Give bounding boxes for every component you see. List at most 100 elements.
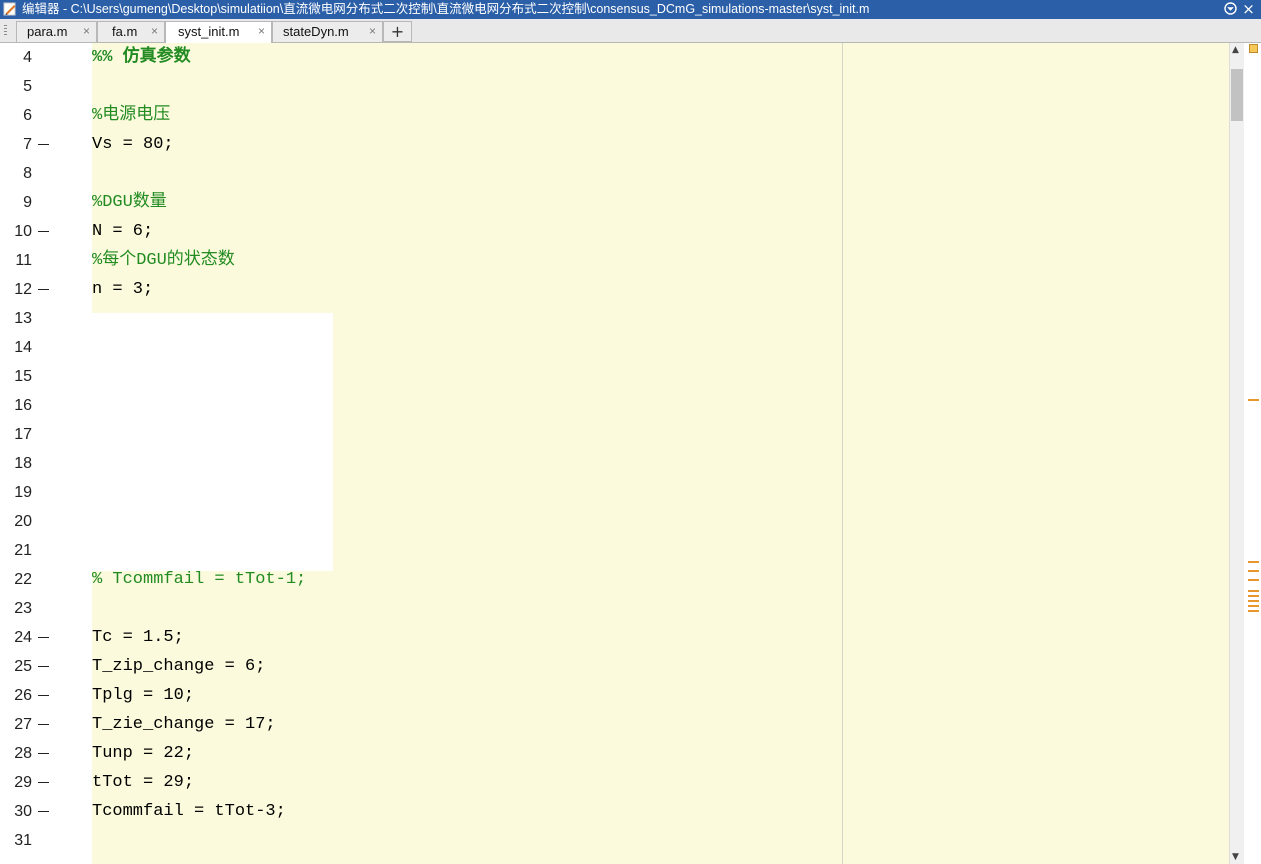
new-tab-button[interactable]: +: [383, 21, 412, 42]
executable-line-marker[interactable]: [38, 753, 49, 754]
code-line[interactable]: 22 % Tcommfail = tTot-1;: [0, 565, 1230, 594]
executable-line-marker[interactable]: [38, 724, 49, 725]
code-text: Vs = 80;: [92, 135, 174, 154]
code-line[interactable]: 31: [0, 826, 1230, 855]
line-number: 19: [14, 484, 32, 501]
tab-fa-m[interactable]: fa.m ×: [97, 21, 165, 42]
line-number: 29: [14, 774, 32, 791]
code-line[interactable]: 27 T_zie_change = 17;: [0, 710, 1230, 739]
warning-status-icon[interactable]: [1249, 44, 1258, 53]
warning-marker[interactable]: [1248, 561, 1259, 563]
warning-marker[interactable]: [1248, 610, 1259, 612]
close-tab-icon[interactable]: ×: [83, 22, 90, 41]
executable-line-marker[interactable]: [38, 695, 49, 696]
code-line[interactable]: 30 Tcommfail = tTot-3;: [0, 797, 1230, 826]
warning-marker[interactable]: [1248, 600, 1259, 602]
code-line[interactable]: 23: [0, 594, 1230, 623]
code-line[interactable]: 4 %% 仿真参数: [0, 43, 1230, 72]
code-line[interactable]: 9 %DGU数量: [0, 188, 1230, 217]
code-line[interactable]: 17: [0, 420, 1230, 449]
warning-marker[interactable]: [1248, 605, 1259, 607]
scroll-up-arrow-icon[interactable]: ▲: [1232, 45, 1239, 55]
code-line[interactable]: 21: [0, 536, 1230, 565]
code-text: Tc = 1.5;: [92, 628, 184, 647]
code-line[interactable]: 18: [0, 449, 1230, 478]
code-line[interactable]: 20: [0, 507, 1230, 536]
code-line[interactable]: 6 %电源电压: [0, 101, 1230, 130]
code-editor[interactable]: 4 %% 仿真参数 5 6 %电源电压 7 Vs = 80; 8 9 %DGU数量 10 N = 6;…: [0, 43, 1261, 864]
code-line[interactable]: 29 tTot = 29;: [0, 768, 1230, 797]
line-number: 5: [23, 78, 32, 95]
code-line[interactable]: 25 T_zip_change = 6;: [0, 652, 1230, 681]
line-number: 7: [23, 136, 32, 153]
code-text: T_zie_change = 17;: [92, 715, 276, 734]
close-tab-icon[interactable]: ×: [369, 22, 376, 41]
code-line[interactable]: 11 %每个DGU的状态数: [0, 246, 1230, 275]
tab-para-m[interactable]: para.m ×: [16, 21, 97, 42]
line-number: 13: [14, 310, 32, 327]
code-text: Tunp = 22;: [92, 744, 195, 763]
grip-handle-icon[interactable]: [4, 25, 7, 37]
chevron-down-circle-icon: [1224, 2, 1237, 15]
code-line[interactable]: 16: [0, 391, 1230, 420]
warning-marker[interactable]: [1248, 590, 1259, 592]
warning-marker[interactable]: [1248, 595, 1259, 597]
code-line[interactable]: 12 n = 3;: [0, 275, 1230, 304]
code-text: T_zip_change = 6;: [92, 657, 266, 676]
code-line[interactable]: 8: [0, 159, 1230, 188]
line-number: 11: [15, 252, 32, 269]
executable-line-marker[interactable]: [38, 666, 49, 667]
close-tab-icon[interactable]: ×: [258, 22, 265, 41]
section-title: %% 仿真参数: [92, 48, 191, 67]
line-number: 21: [14, 542, 32, 559]
line-number: 30: [14, 803, 32, 820]
title-bar: 编辑器 - C:\Users\gumeng\Desktop\simulatiio…: [0, 0, 1261, 19]
tab-label: syst_init.m: [178, 24, 240, 39]
code-line[interactable]: 19: [0, 478, 1230, 507]
code-line[interactable]: 13: [0, 304, 1230, 333]
code-line[interactable]: 15: [0, 362, 1230, 391]
line-number: 9: [23, 194, 32, 211]
executable-line-marker[interactable]: [38, 782, 49, 783]
comment-text: %电源电压: [92, 106, 171, 125]
code-line[interactable]: 7 Vs = 80;: [0, 130, 1230, 159]
warning-marker[interactable]: [1248, 570, 1259, 572]
warning-marker[interactable]: [1248, 579, 1259, 581]
line-number: 27: [14, 716, 32, 733]
executable-line-marker[interactable]: [38, 289, 49, 290]
tab-statedyn-m[interactable]: stateDyn.m ×: [272, 21, 383, 42]
code-line[interactable]: 24 Tc = 1.5;: [0, 623, 1230, 652]
comment-text: %每个DGU的状态数: [92, 251, 235, 270]
comment-text: % Tcommfail = tTot-1;: [92, 570, 307, 589]
code-line[interactable]: 14: [0, 333, 1230, 362]
line-number: 6: [23, 107, 32, 124]
code-text: tTot = 29;: [92, 773, 195, 792]
executable-line-marker[interactable]: [38, 637, 49, 638]
code-line[interactable]: 26 Tplg = 10;: [0, 681, 1230, 710]
close-tab-icon[interactable]: ×: [151, 22, 158, 41]
line-number: 20: [14, 513, 32, 530]
executable-line-marker[interactable]: [38, 231, 49, 232]
code-line[interactable]: 10 N = 6;: [0, 217, 1230, 246]
warning-marker[interactable]: [1248, 399, 1259, 401]
code-line[interactable]: 28 Tunp = 22;: [0, 739, 1230, 768]
comment-text: %DGU数量: [92, 193, 167, 212]
executable-line-marker[interactable]: [38, 144, 49, 145]
vertical-scrollbar[interactable]: ▲ ▼: [1229, 43, 1244, 864]
tab-syst-init-m[interactable]: syst_init.m ×: [165, 21, 272, 44]
scroll-down-arrow-icon[interactable]: ▼: [1232, 852, 1239, 862]
code-line[interactable]: 5: [0, 72, 1230, 101]
tab-label: para.m: [27, 24, 68, 39]
executable-line-marker[interactable]: [38, 811, 49, 812]
line-number: 8: [23, 165, 32, 182]
window-menu-button[interactable]: [1223, 2, 1238, 17]
tab-label: stateDyn.m: [283, 24, 349, 39]
line-number: 31: [14, 832, 32, 849]
line-number: 25: [14, 658, 32, 675]
close-window-button[interactable]: ×: [1241, 2, 1256, 17]
scroll-thumb[interactable]: [1231, 69, 1243, 121]
code-text: n = 3;: [92, 280, 154, 299]
line-number: 26: [14, 687, 32, 704]
editor-app-icon: [3, 2, 16, 16]
line-number: 14: [14, 339, 32, 356]
